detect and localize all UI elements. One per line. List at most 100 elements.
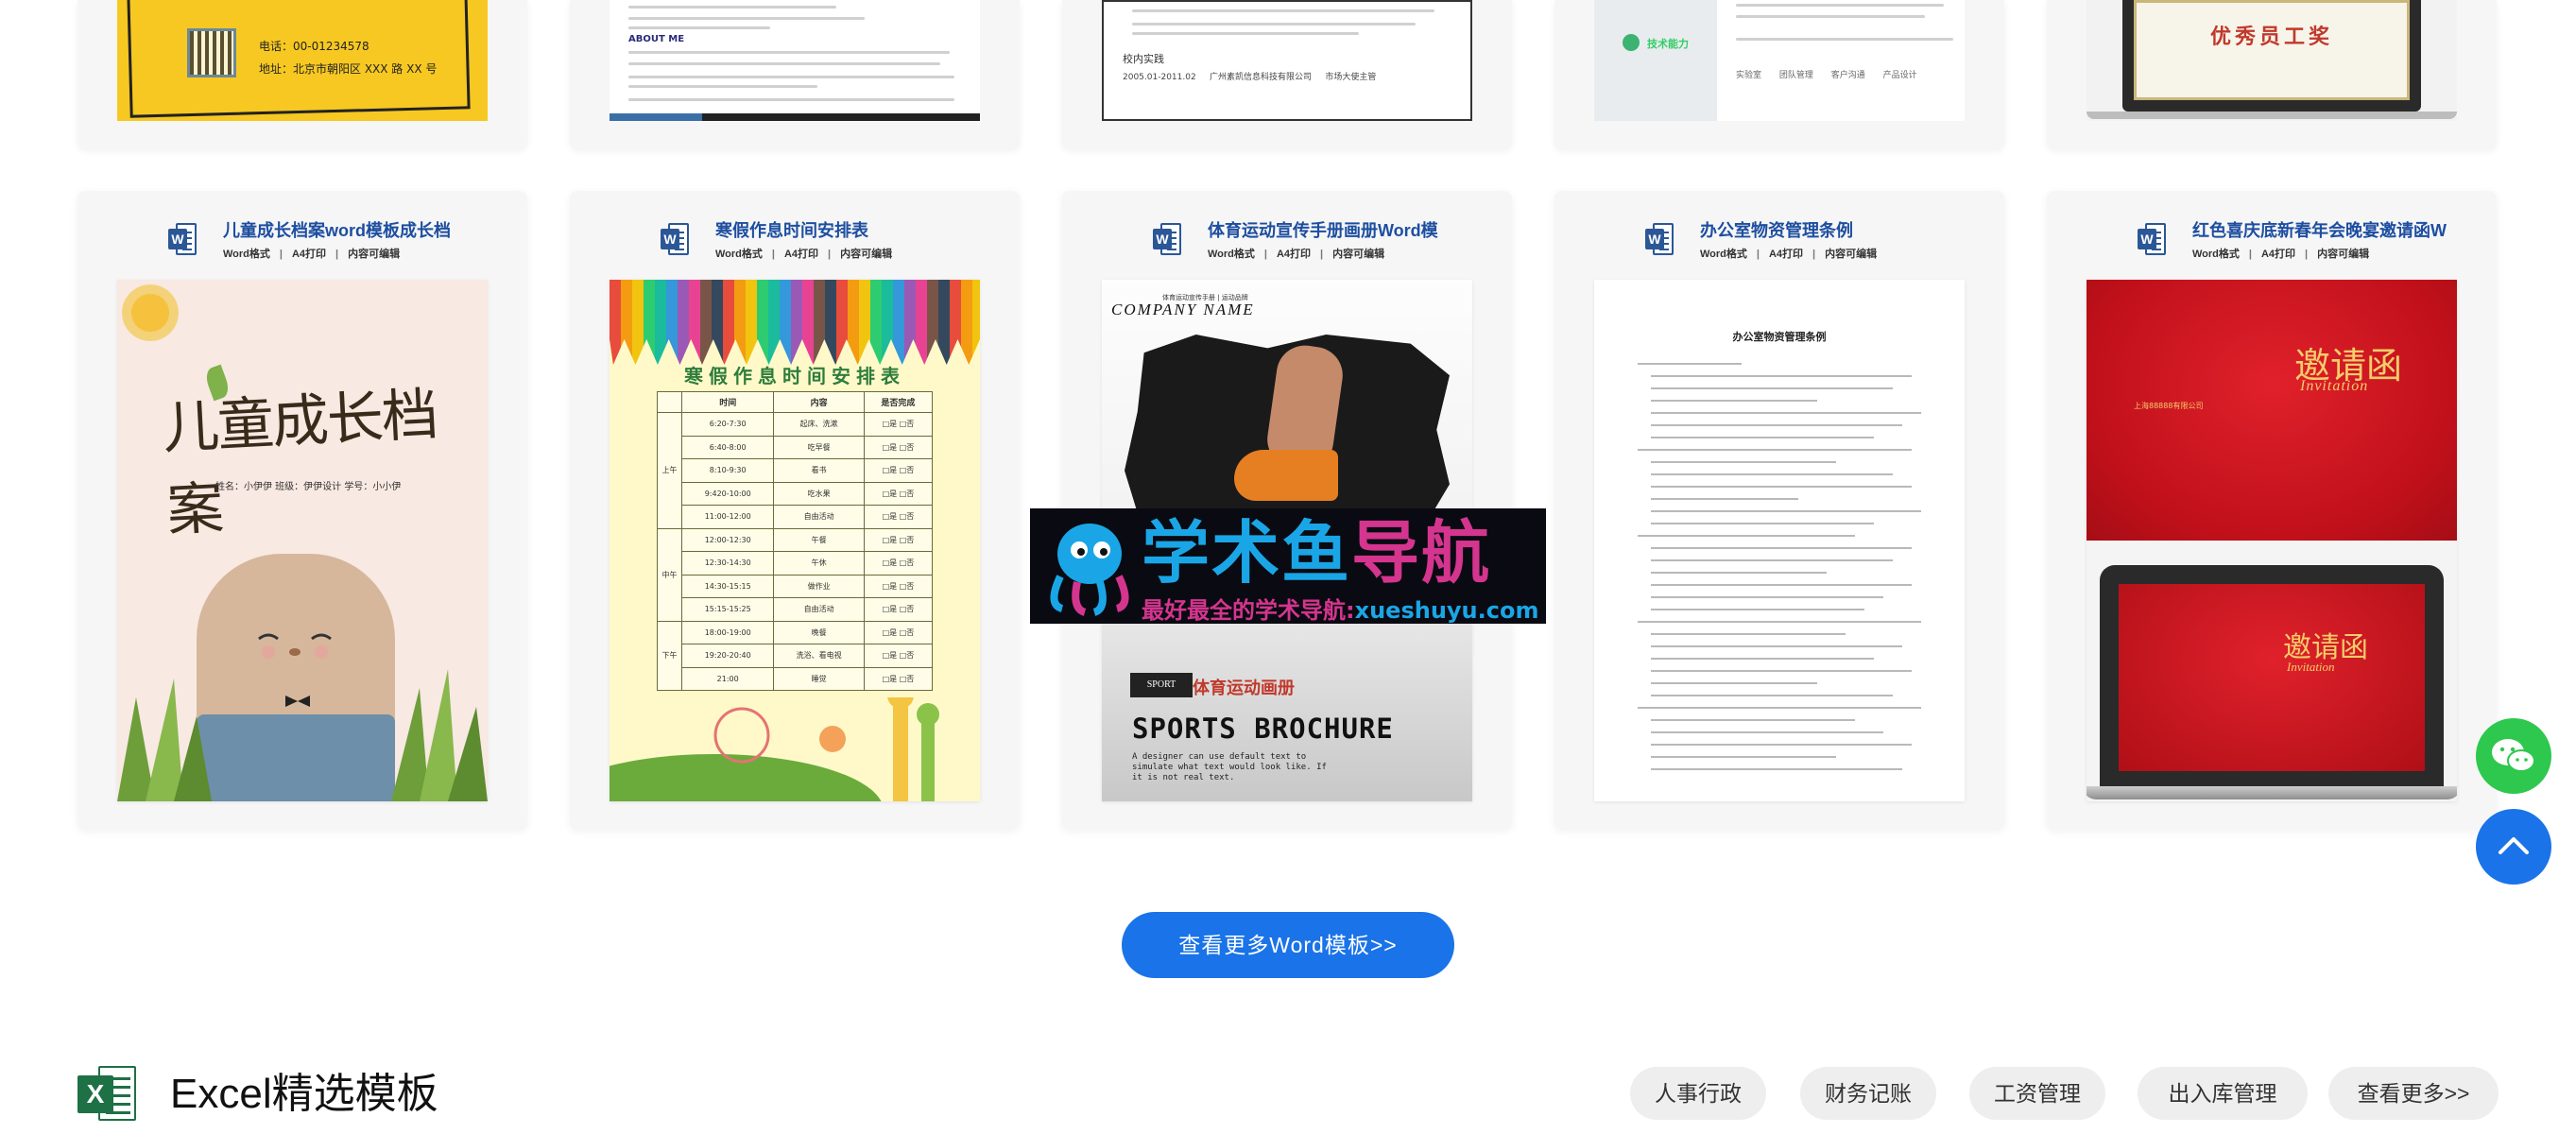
- skill-label: 技术能力: [1647, 38, 1689, 50]
- table-row: 中午 12:00-12:30 午餐 □是 □否: [657, 527, 934, 622]
- document-line: [1651, 400, 1817, 402]
- template-thumbnail[interactable]: 邀请函 Invitation 上海88888有限公司 邀请函 Invitatio…: [2087, 280, 2457, 801]
- document-line: [1651, 461, 1836, 463]
- excel-view-more-link[interactable]: 查看更多>>: [2328, 1067, 2499, 1120]
- document-line: [1651, 412, 1921, 414]
- table-cell: 19:20-20:40: [680, 644, 775, 668]
- card-header: W 办公室物资管理条例 Word格式 | A4打印 | 内容可编辑: [1554, 217, 2004, 270]
- word-icon: W: [2138, 223, 2166, 255]
- card-title[interactable]: 寒假作息时间安排表: [715, 217, 999, 242]
- template-thumbnail[interactable]: 电话：00-01234578 地址：北京市朝阳区 XXX 路 XX 号: [117, 0, 488, 121]
- template-card-invitation[interactable]: W 红色喜庆底新春年会晚宴邀请函W Word格式 | A4打印 | 内容可编辑 邀请函 …: [2047, 191, 2497, 830]
- poster-title: 儿童成长档案: [161, 381, 438, 544]
- template-thumbnail[interactable]: 技术能力 实验室 团队管理 客户沟通 产品设计: [1594, 0, 1965, 121]
- word-icon: W: [1153, 223, 1181, 255]
- document-line: [1651, 424, 1902, 426]
- certificate-title: 优秀员工奖: [2209, 26, 2333, 49]
- card-meta: Word格式 | A4打印 | 内容可编辑: [1700, 249, 1878, 260]
- card-header: W 儿童成长档案word模板成长档 Word格式 | A4打印 | 内容可编辑: [77, 217, 527, 270]
- document-line: [1651, 584, 1912, 586]
- company-name: COMPANY NAME: [1111, 301, 1255, 318]
- template-card-winter-schedule[interactable]: W 寒假作息时间安排表 Word格式 | A4打印 | 内容可编辑 寒假作息时间安排表 …: [570, 191, 1020, 830]
- watermark-title: 学术鱼导航: [1142, 513, 1492, 593]
- sidebar-panel: [1594, 0, 1717, 121]
- excel-tag-hr[interactable]: 人事行政: [1630, 1067, 1766, 1120]
- table-header: [657, 391, 682, 413]
- template-thumbnail[interactable]: 优秀员工奖: [2087, 0, 2457, 121]
- template-thumbnail[interactable]: ABOUT ME: [610, 0, 980, 121]
- excel-tag-inventory[interactable]: 出入库管理: [2138, 1067, 2308, 1120]
- document-line: [1651, 486, 1912, 488]
- table-cell: 6:40-8:00: [680, 435, 775, 459]
- table-cell: 自由活动: [773, 597, 865, 622]
- table-cell: 6:20-7:30: [680, 412, 775, 437]
- view-more-word-button[interactable]: 查看更多Word模板>>: [1122, 912, 1454, 978]
- section-heading: 校内实践: [1123, 53, 1164, 65]
- brochure-en-title: SPORTS BROCHURE: [1132, 713, 1394, 745]
- table-row: 19:20-20:40 洗浴、看电视 □是 □否: [658, 644, 934, 668]
- grass-illustration: [117, 669, 488, 801]
- template-card-resume-english[interactable]: ABOUT ME: [570, 0, 1020, 149]
- template-card-business-card[interactable]: 电话：00-01234578 地址：北京市朝阳区 XXX 路 XX 号: [77, 0, 527, 149]
- card-meta: Word格式 | A4打印 | 内容可编辑: [2192, 249, 2370, 260]
- skill-list: 实验室 团队管理 客户沟通 产品设计: [1736, 71, 1917, 80]
- template-card-resume-table[interactable]: 校内实践 2005.01-2011.02 广州素凯信息科技有限公司 市场大使主管: [1062, 0, 1512, 149]
- document-line: [1638, 363, 1742, 365]
- table-row: 14:30-15:15 做作业 □是 □否: [658, 574, 934, 598]
- table-cell: 吃水果: [773, 481, 865, 506]
- site-watermark: 学术鱼导航 最好最全的学术导航:xueshuyu.com: [1030, 508, 1546, 624]
- template-card-certificate[interactable]: 优秀员工奖: [2047, 0, 2497, 149]
- document-title: 办公室物资管理条例: [1732, 331, 1827, 343]
- table-cell: 11:00-12:00: [680, 505, 775, 529]
- word-icon: W: [1645, 223, 1674, 255]
- document-line: [1651, 633, 1846, 635]
- skill-icon: [1623, 34, 1640, 51]
- laptop-base: [2087, 786, 2457, 799]
- section-title-excel: Excel精选模板: [170, 1071, 438, 1117]
- table-row: 下午 18:00-19:00 晚餐 □是 □否: [657, 620, 934, 691]
- table-cell: 吃早餐: [773, 435, 865, 459]
- table-row: 12:30-14:30 午休 □是 □否: [658, 551, 934, 576]
- laptop-screen: 邀请函 Invitation: [2119, 584, 2425, 771]
- document-line: [1651, 523, 1874, 524]
- template-thumbnail[interactable]: 办公室物资管理条例: [1594, 280, 1965, 801]
- template-thumbnail[interactable]: 寒假作息时间安排表 时间 内容 是否完成 上午 6:20-7:30 起床、洗漱 □是 …: [610, 280, 980, 801]
- table-cell: 午餐: [773, 527, 865, 552]
- back-to-top-button[interactable]: [2476, 809, 2551, 885]
- document-line: [1651, 609, 1864, 610]
- table-cell: 做作业: [773, 574, 865, 598]
- excel-tag-salary[interactable]: 工资管理: [1969, 1067, 2105, 1120]
- park-illustration: [610, 697, 939, 801]
- table-cell: 自由活动: [773, 505, 865, 529]
- table-row: 8:10-9:30 看书 □是 □否: [658, 458, 934, 483]
- card-title[interactable]: 办公室物资管理条例: [1700, 217, 1984, 242]
- pencils-illustration: [610, 280, 980, 365]
- document-line: [1638, 535, 1855, 537]
- card-title[interactable]: 儿童成长档案word模板成长档: [223, 217, 507, 242]
- document-line: [1651, 645, 1902, 647]
- running-shoe: [1234, 450, 1338, 501]
- template-card-office-supplies[interactable]: W 办公室物资管理条例 Word格式 | A4打印 | 内容可编辑 办公室物资管理条例: [1554, 191, 2004, 830]
- color-bar: [610, 113, 980, 121]
- document-line: [1638, 621, 1921, 623]
- card-title[interactable]: 体育运动宣传手册画册Word模: [1208, 217, 1491, 242]
- template-thumbnail[interactable]: 儿童成长档案 姓名：小伊伊 班级：伊伊设计 学号：小小伊: [117, 280, 488, 801]
- card-meta: Word格式 | A4打印 | 内容可编辑: [715, 249, 893, 260]
- template-thumbnail[interactable]: 校内实践 2005.01-2011.02 广州素凯信息科技有限公司 市场大使主管: [1102, 0, 1472, 121]
- table-row: 21:00 睡觉 □是 □否: [658, 666, 934, 691]
- arrow-up-icon: [2499, 837, 2529, 854]
- schedule-table: 时间 内容 是否完成 上午 6:20-7:30 起床、洗漱 □是 □否 6:40-8:0…: [657, 391, 934, 691]
- invitation-company: 上海88888有限公司: [2134, 402, 2204, 410]
- document-line: [1651, 473, 1893, 475]
- excel-tag-finance[interactable]: 财务记账: [1800, 1067, 1936, 1120]
- poster-title: 寒假作息时间安排表: [684, 365, 905, 387]
- card-title[interactable]: 红色喜庆底新春年会晚宴邀请函W: [2192, 217, 2476, 242]
- wechat-button[interactable]: [2476, 718, 2551, 794]
- template-card-resume-skills[interactable]: 技术能力 实验室 团队管理 客户沟通 产品设计: [1554, 0, 2004, 149]
- document-line: [1651, 547, 1912, 549]
- document-line: [1638, 449, 1912, 451]
- template-card-child-growth[interactable]: W 儿童成长档案word模板成长档 Word格式 | A4打印 | 内容可编辑 儿童成长…: [77, 191, 527, 830]
- invitation-card: 邀请函 Invitation 上海88888有限公司: [2087, 280, 2457, 541]
- table-cell: 15:15-15:25: [680, 597, 775, 622]
- period-cell: 中午: [657, 527, 682, 622]
